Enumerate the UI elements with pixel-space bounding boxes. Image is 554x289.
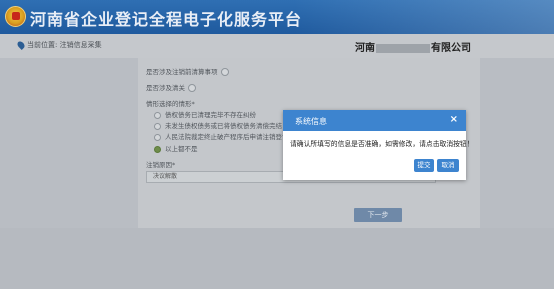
breadcrumb: 当前位置: 注销信息采集 [27, 41, 102, 49]
option-label: 债权债务已清理完毕不存在纠纷 [165, 111, 256, 119]
close-icon[interactable]: × [450, 114, 458, 126]
company-name: 河南 有限公司 [355, 39, 471, 54]
option-label: 以上都不是 [165, 145, 198, 153]
option-label: 人民法院裁定终止破产程序后申请注销登记 [165, 133, 289, 141]
option-label: 未发生债权债务或已将债权债务清偿完结 [165, 122, 282, 130]
national-emblem-icon [5, 6, 26, 27]
company-name-suffix: 有限公司 [431, 43, 471, 54]
page-footer-area [0, 228, 554, 289]
question-liquidation: 是否涉及注销前清算事项 [146, 66, 229, 76]
option-item[interactable]: 债权债务已清理完毕不存在纠纷 [154, 109, 256, 119]
question-liquidation-radio[interactable] [220, 68, 229, 76]
breadcrumb-bar: 当前位置: 注销信息采集 河南 有限公司 [0, 34, 554, 58]
reason-select-value: 决议解散 [153, 173, 178, 180]
next-button[interactable]: 下一步 [354, 208, 402, 222]
redacted-text [376, 43, 430, 53]
question-customs-radio[interactable] [188, 84, 196, 92]
header-banner: 河南省企业登记全程电子化服务平台 [0, 0, 554, 34]
header-decoration [294, 0, 554, 34]
option-radio[interactable] [154, 133, 161, 141]
dialog-message: 请确认所填写的信息是否准确，如需修改，请点击取消按钮！ [290, 140, 474, 148]
submit-button[interactable]: 提交 [414, 159, 434, 172]
option-item[interactable]: 未发生债权债务或已将债权债务清偿完结 [154, 120, 282, 130]
company-name-prefix: 河南 [355, 43, 375, 54]
question-situation: 情形选择的情形* [146, 100, 195, 108]
reason-label: 注销原因* [146, 161, 176, 169]
option-radio[interactable] [154, 122, 161, 130]
option-radio-checked[interactable] [154, 145, 161, 153]
cancel-button[interactable]: 取消 [437, 159, 459, 172]
system-info-dialog: 系统信息 × 请确认所填写的信息是否准确，如需修改，请点击取消按钮！ 提交 取消 [283, 110, 474, 180]
site-title: 河南省企业登记全程电子化服务平台 [30, 10, 303, 29]
option-radio[interactable] [154, 111, 161, 119]
dialog-header: 系统信息 × [283, 110, 466, 131]
question-liquidation-label: 是否涉及注销前清算事项 [146, 68, 218, 76]
option-item[interactable]: 人民法院裁定终止破产程序后申请注销登记 [154, 131, 289, 141]
question-customs-label: 是否涉及清关 [146, 84, 185, 92]
location-pin-icon [16, 40, 26, 50]
question-customs: 是否涉及清关 [146, 82, 196, 92]
option-item[interactable]: 以上都不是 [154, 143, 198, 153]
dialog-title: 系统信息 [295, 117, 327, 126]
